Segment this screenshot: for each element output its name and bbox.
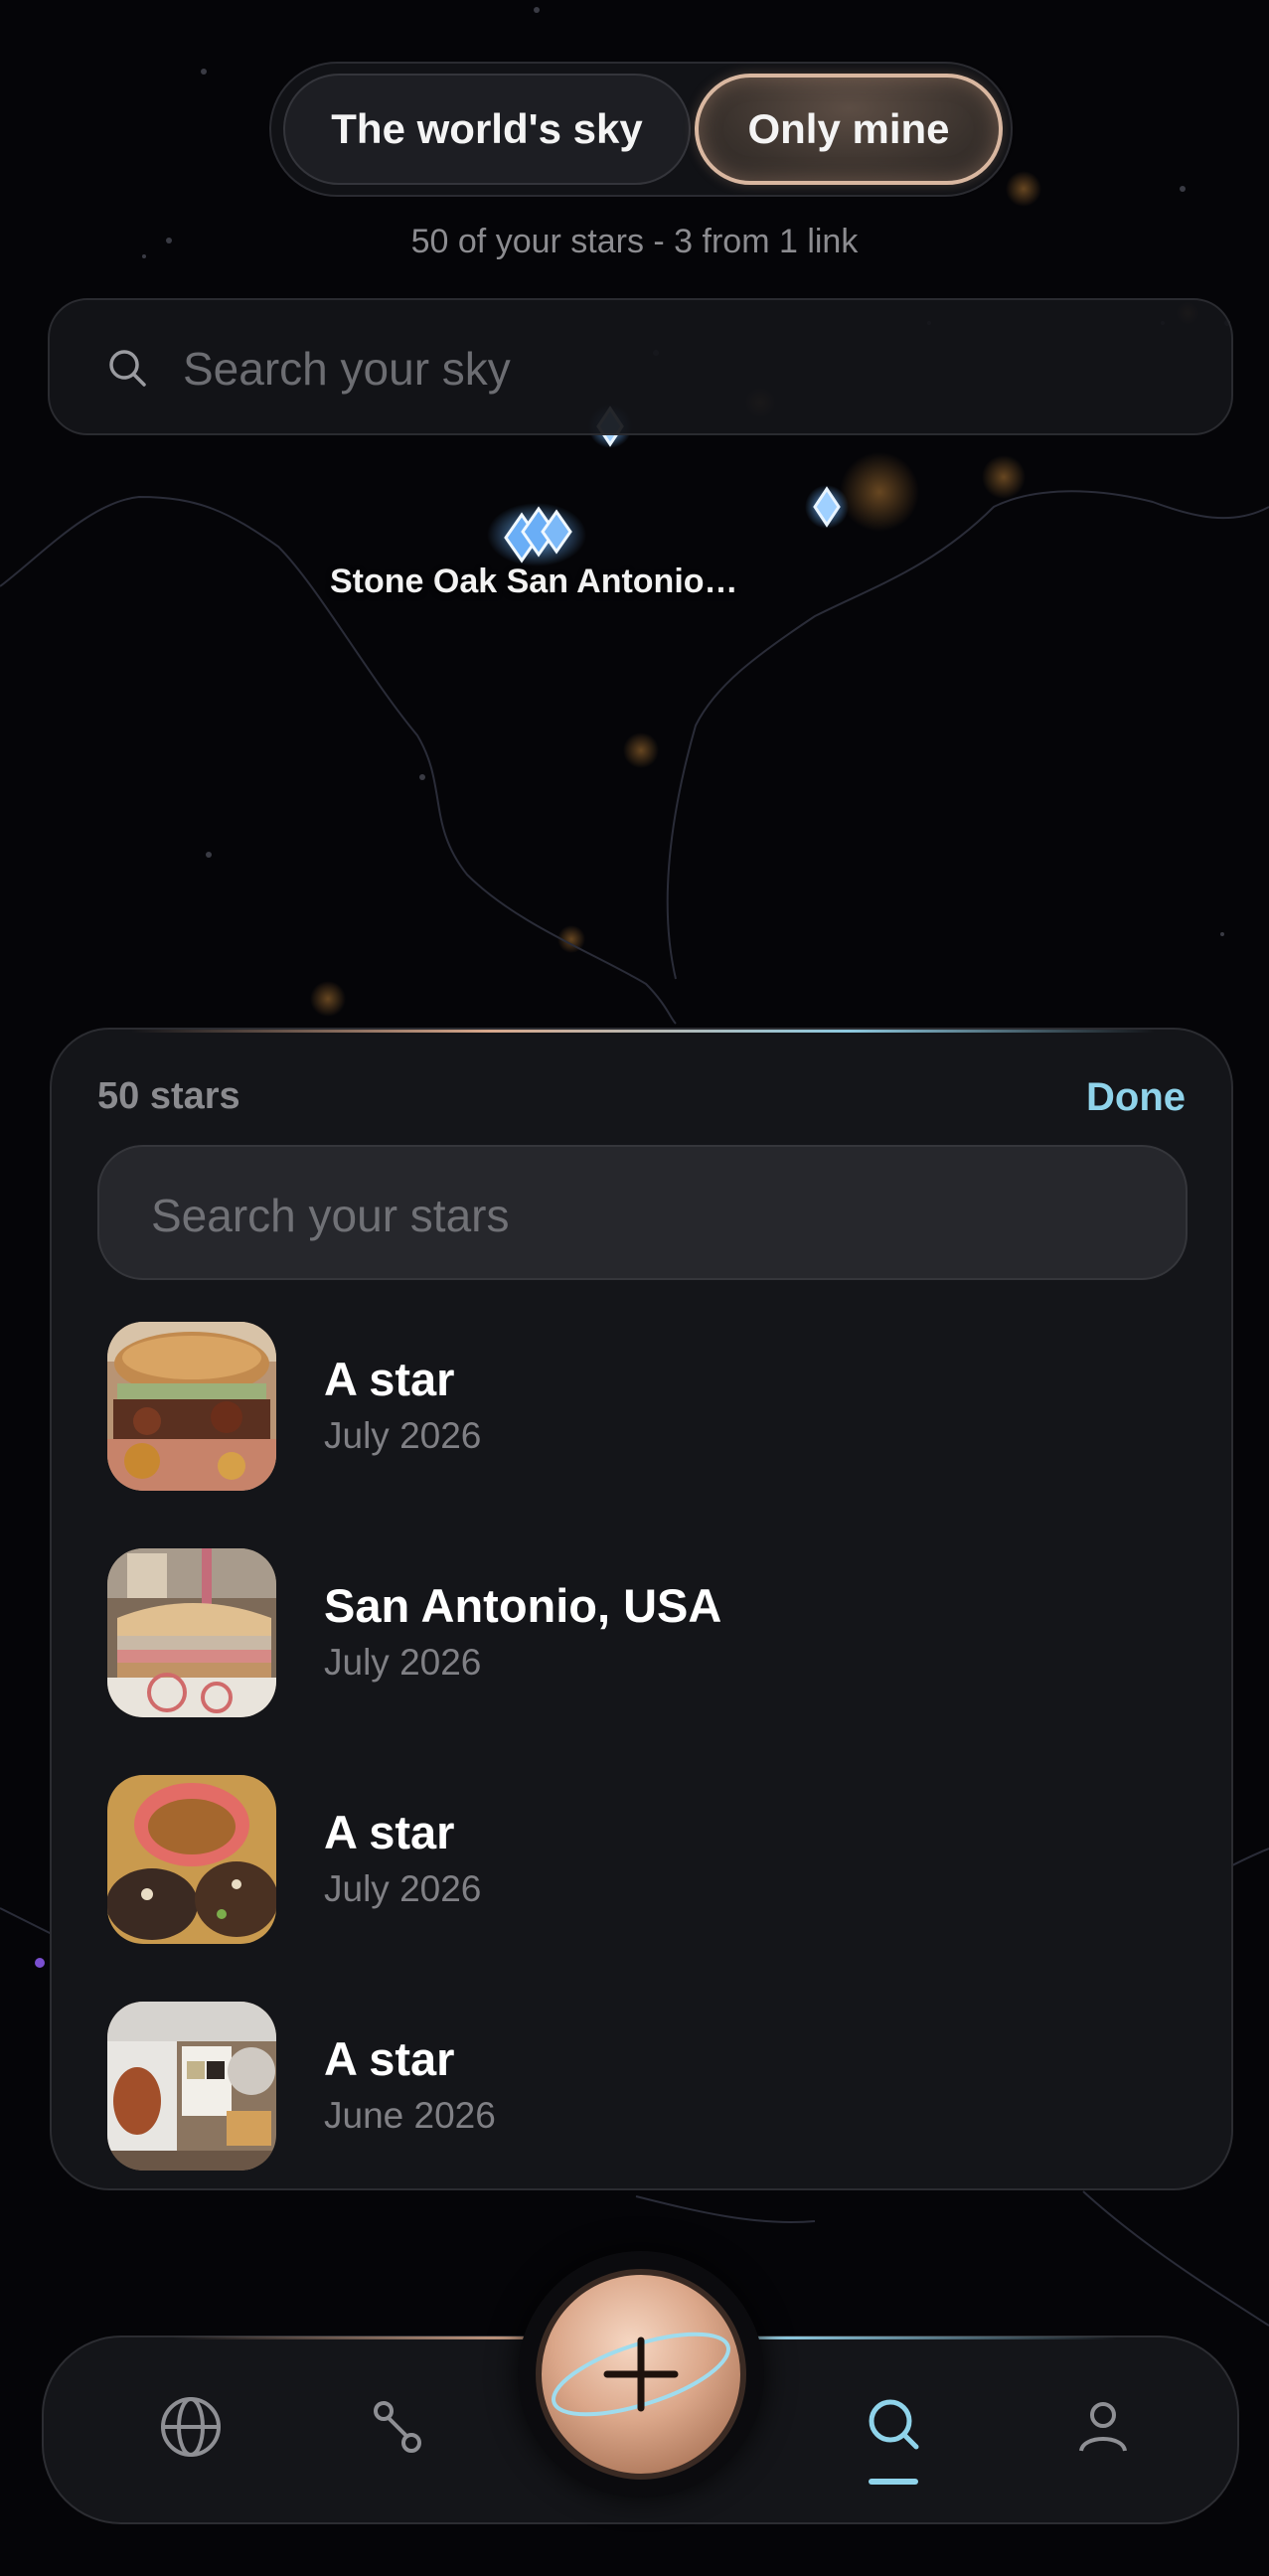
plate-photo	[107, 2002, 276, 2171]
map-cluster-label[interactable]: Stone Oak San Antonio…	[330, 563, 738, 601]
star-search-input[interactable]	[149, 1177, 1147, 1254]
map-star-cluster[interactable]	[487, 503, 586, 566]
panel-glow-line	[131, 1030, 1155, 1033]
globe-icon[interactable]	[151, 2387, 231, 2467]
add-star-button[interactable]	[536, 2269, 746, 2480]
profile-icon[interactable]	[1063, 2387, 1143, 2467]
search-tab[interactable]	[855, 2387, 934, 2485]
panel-star-count: 50 stars	[97, 1075, 240, 1117]
plus-icon	[552, 2332, 730, 2417]
stars-panel: 50 stars Done A star July 2026	[50, 1028, 1233, 2190]
star-count-subtitle: 50 of your stars - 3 from 1 link	[410, 223, 859, 260]
star-search-field[interactable]	[97, 1145, 1188, 1280]
star-list-item[interactable]: San Antonio, USA July 2026	[107, 1548, 1181, 1717]
active-tab-indicator	[869, 2479, 918, 2485]
done-button[interactable]: Done	[1086, 1075, 1186, 1120]
worlds-sky-tab[interactable]: The world's sky	[283, 74, 691, 185]
star-list-item[interactable]: A star June 2026	[107, 2002, 1181, 2171]
sky-search-bar[interactable]	[48, 298, 1233, 435]
star-date: July 2026	[324, 1415, 482, 1456]
search-icon	[109, 350, 146, 387]
star-title: A star	[324, 2032, 455, 2085]
star-list-item[interactable]: A star July 2026	[107, 1775, 1181, 1944]
sky-search-input[interactable]	[181, 330, 1179, 407]
sky-scope-toggle: The world's sky Only mine	[269, 62, 1013, 197]
burger-photo	[107, 1322, 276, 1491]
tacos-photo	[107, 1775, 276, 1944]
only-mine-tab[interactable]: Only mine	[695, 74, 1003, 185]
map-star-marker[interactable]	[805, 485, 849, 529]
star-title: A star	[324, 1806, 455, 1858]
star-title: A star	[324, 1353, 455, 1405]
star-date: July 2026	[324, 1868, 482, 1909]
star-date: July 2026	[324, 1642, 482, 1683]
star-list-item[interactable]: A star July 2026	[107, 1322, 1181, 1491]
star-title: San Antonio, USA	[324, 1579, 722, 1632]
star-date: June 2026	[324, 2095, 496, 2136]
search-icon	[869, 2399, 919, 2450]
sandwich-photo	[107, 1548, 276, 1717]
route-icon[interactable]	[358, 2387, 437, 2467]
